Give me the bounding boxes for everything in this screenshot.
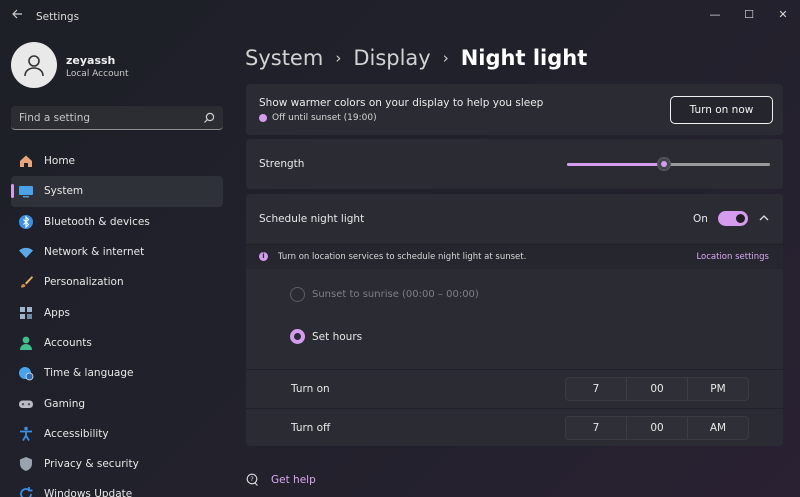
strength-slider-fill bbox=[567, 163, 665, 166]
turn-on-hour[interactable]: 7 bbox=[566, 378, 626, 400]
turn-on-now-button[interactable]: Turn on now bbox=[670, 96, 773, 124]
help-chat-icon: ? bbox=[246, 473, 258, 486]
bluetooth-icon bbox=[17, 213, 34, 230]
sidebar-item-personalization[interactable]: Personalization bbox=[11, 267, 223, 297]
divider bbox=[246, 408, 783, 409]
toggle-knob bbox=[736, 214, 745, 223]
turn-off-minute[interactable]: 00 bbox=[626, 417, 687, 439]
schedule-title: Schedule night light bbox=[259, 213, 365, 225]
sidebar-item-windows-update[interactable]: Windows Update bbox=[11, 479, 223, 497]
schedule-toggle[interactable] bbox=[718, 211, 748, 226]
title-bar: Settings — ☐ ✕ bbox=[0, 0, 800, 34]
breadcrumb-chevron-icon: › bbox=[442, 49, 449, 67]
turn-off-time-picker[interactable]: 7 00 AM bbox=[565, 416, 749, 440]
breadcrumb-display[interactable]: Display bbox=[353, 46, 430, 70]
schedule-header[interactable]: Schedule night light On bbox=[246, 194, 783, 244]
sidebar-item-label: Privacy & security bbox=[44, 458, 139, 471]
close-button[interactable]: ✕ bbox=[770, 4, 796, 26]
accessibility-icon bbox=[17, 425, 34, 442]
system-icon bbox=[17, 183, 34, 200]
radio-sunset-label: Sunset to sunrise (00:00 – 00:00) bbox=[312, 289, 479, 300]
turn-off-hour[interactable]: 7 bbox=[566, 417, 626, 439]
sidebar-item-apps[interactable]: Apps bbox=[11, 297, 223, 327]
turn-off-label: Turn off bbox=[291, 422, 331, 434]
search-icon[interactable] bbox=[203, 112, 215, 124]
person-outline-icon bbox=[24, 55, 44, 77]
sidebar-item-system[interactable]: System bbox=[11, 176, 223, 207]
account-type: Local Account bbox=[66, 69, 129, 79]
sidebar-item-label: Time & language bbox=[44, 367, 134, 380]
strength-slider-thumb[interactable] bbox=[657, 157, 672, 171]
user-name: zeyassh bbox=[66, 54, 116, 67]
sidebar-item-privacy[interactable]: Privacy & security bbox=[11, 449, 223, 479]
globe-clock-icon bbox=[17, 365, 34, 382]
radio-sunset-to-sunrise[interactable] bbox=[290, 287, 305, 302]
sidebar-item-label: Home bbox=[44, 155, 76, 168]
sidebar-item-home[interactable]: Home bbox=[11, 146, 223, 176]
radio-set-hours[interactable] bbox=[290, 329, 305, 344]
sidebar-item-label: Accessibility bbox=[44, 427, 109, 440]
night-light-card: Show warmer colors on your display to he… bbox=[246, 84, 783, 135]
info-icon: i bbox=[259, 252, 268, 261]
apps-icon bbox=[17, 304, 34, 321]
strength-card: Strength bbox=[246, 139, 783, 189]
location-settings-link[interactable]: Location settings bbox=[696, 252, 769, 262]
turn-on-label: Turn on bbox=[291, 383, 330, 395]
schedule-toggle-state: On bbox=[693, 213, 708, 225]
wifi-icon bbox=[17, 244, 34, 261]
chevron-up-icon[interactable] bbox=[757, 211, 771, 225]
divider bbox=[246, 369, 783, 370]
turn-on-time-picker[interactable]: 7 00 PM bbox=[565, 377, 749, 401]
person-icon bbox=[17, 334, 34, 351]
search-input[interactable] bbox=[19, 106, 199, 129]
close-icon: ✕ bbox=[778, 8, 788, 21]
sidebar-item-label: Gaming bbox=[44, 397, 86, 410]
svg-text:?: ? bbox=[250, 475, 253, 483]
night-light-description: Show warmer colors on your display to he… bbox=[259, 97, 544, 109]
turn-on-period[interactable]: PM bbox=[687, 378, 748, 400]
strength-label: Strength bbox=[259, 158, 305, 170]
sidebar-item-label: Windows Update bbox=[44, 488, 133, 497]
back-arrow-icon[interactable] bbox=[8, 8, 26, 26]
schedule-card: Schedule night light On i Turn on locati… bbox=[246, 194, 783, 446]
minimize-icon: — bbox=[709, 8, 721, 21]
turn-off-period[interactable]: AM bbox=[687, 417, 748, 439]
sidebar-item-label: Accounts bbox=[44, 336, 92, 349]
breadcrumb: System › Display › Night light bbox=[245, 43, 587, 73]
maximize-button[interactable]: ☐ bbox=[736, 4, 762, 26]
sidebar-item-accessibility[interactable]: Accessibility bbox=[11, 419, 223, 449]
app-title: Settings bbox=[36, 11, 80, 23]
avatar[interactable] bbox=[11, 42, 57, 88]
brush-icon bbox=[17, 274, 34, 291]
night-light-status: Off until sunset (19:00) bbox=[272, 113, 377, 123]
breadcrumb-chevron-icon: › bbox=[335, 49, 342, 67]
turn-on-minute[interactable]: 00 bbox=[626, 378, 687, 400]
search-box[interactable] bbox=[11, 106, 223, 130]
sidebar-item-label: System bbox=[44, 185, 84, 198]
radio-set-hours-label: Set hours bbox=[312, 331, 363, 343]
strength-slider[interactable] bbox=[567, 157, 770, 171]
minimize-button[interactable]: — bbox=[702, 4, 728, 26]
sidebar-item-label: Apps bbox=[44, 306, 70, 319]
page-title: Night light bbox=[460, 46, 588, 70]
location-notice-text: Turn on location services to schedule ni… bbox=[278, 252, 527, 262]
shield-icon bbox=[17, 456, 34, 473]
location-notice: i Turn on location services to schedule … bbox=[246, 245, 783, 269]
sidebar-item-time-language[interactable]: Time & language bbox=[11, 358, 223, 388]
get-help-link[interactable]: Get help bbox=[271, 474, 316, 486]
breadcrumb-system[interactable]: System bbox=[245, 46, 323, 70]
gamepad-icon bbox=[17, 395, 34, 412]
sidebar-item-network[interactable]: Network & internet bbox=[11, 237, 223, 267]
home-icon bbox=[17, 153, 34, 170]
sidebar-item-gaming[interactable]: Gaming bbox=[11, 388, 223, 418]
sidebar-item-label: Personalization bbox=[44, 276, 124, 289]
sidebar-item-accounts[interactable]: Accounts bbox=[11, 328, 223, 358]
maximize-icon: ☐ bbox=[744, 8, 754, 21]
sidebar-nav: Home System Bluetooth & devices Network … bbox=[11, 146, 223, 497]
sidebar-item-bluetooth[interactable]: Bluetooth & devices bbox=[11, 207, 223, 237]
sidebar-item-label: Network & internet bbox=[44, 246, 145, 259]
sidebar-item-label: Bluetooth & devices bbox=[44, 215, 150, 228]
update-icon bbox=[17, 486, 34, 497]
status-dot-icon bbox=[259, 114, 267, 122]
